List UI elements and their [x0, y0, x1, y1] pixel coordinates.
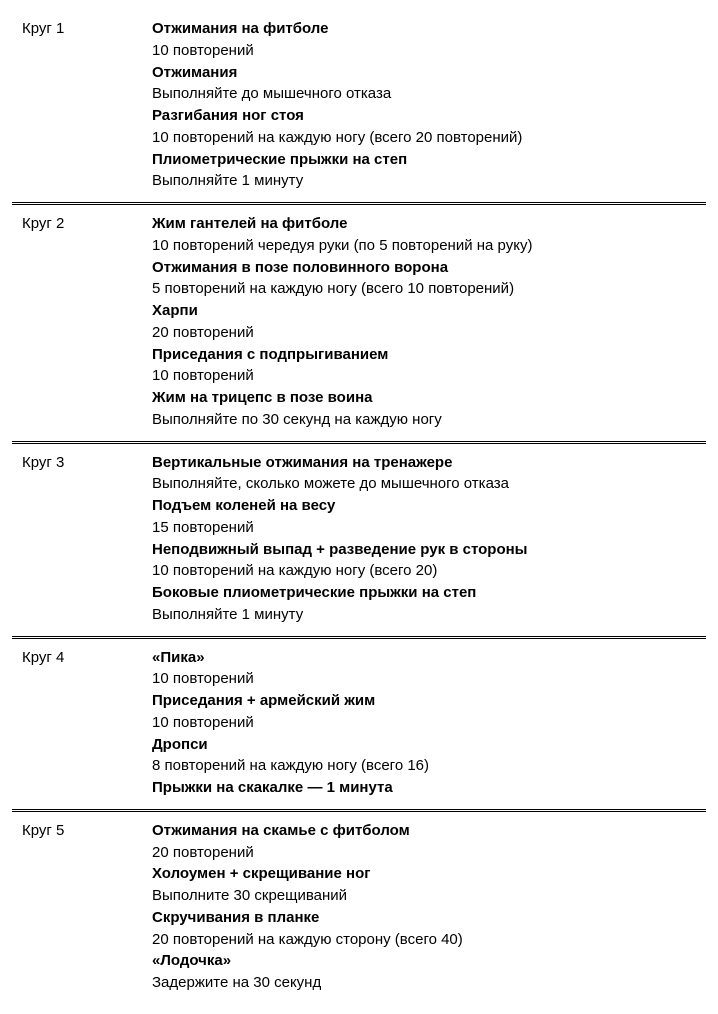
round-label: Круг 4: [12, 637, 142, 810]
exercise-name: Вертикальные отжимания на тренажере: [152, 452, 696, 474]
round-row: Круг 3Вертикальные отжимания на тренажер…: [12, 442, 706, 637]
exercise-name: Харпи: [152, 300, 696, 322]
exercise-name: Отжимания в позе половинного ворона: [152, 257, 696, 279]
exercise-detail: 8 повторений на каждую ногу (всего 16): [152, 755, 696, 777]
exercise-detail: 10 повторений чередуя руки (по 5 повторе…: [152, 235, 696, 257]
round-label: Круг 5: [12, 810, 142, 1004]
exercise-detail: 10 повторений: [152, 40, 696, 62]
round-content: Отжимания на скамье с фитболом20 повторе…: [142, 810, 706, 1004]
exercise-detail: 20 повторений: [152, 842, 696, 864]
round-label: Круг 1: [12, 10, 142, 204]
exercise-detail: 10 повторений: [152, 712, 696, 734]
exercise-name: Подъем коленей на весу: [152, 495, 696, 517]
round-row: Круг 4«Пика»10 повторенийПриседания + ар…: [12, 637, 706, 810]
exercise-name: Скручивания в планке: [152, 907, 696, 929]
round-content: Вертикальные отжимания на тренажереВыпол…: [142, 442, 706, 637]
exercise-name: Дропси: [152, 734, 696, 756]
exercise-detail: 10 повторений: [152, 365, 696, 387]
exercise-detail: Выполняйте, сколько можете до мышечного …: [152, 473, 696, 495]
exercise-detail: 15 повторений: [152, 517, 696, 539]
exercise-name: Неподвижный выпад + разведение рук в сто…: [152, 539, 696, 561]
exercise-detail: 10 повторений на каждую ногу (всего 20 п…: [152, 127, 696, 149]
round-row: Круг 2Жим гантелей на фитболе10 повторен…: [12, 204, 706, 443]
exercise-name: Отжимания на скамье с фитболом: [152, 820, 696, 842]
exercise-detail: 10 повторений на каждую ногу (всего 20): [152, 560, 696, 582]
round-row: Круг 5Отжимания на скамье с фитболом20 п…: [12, 810, 706, 1004]
exercise-detail: 20 повторений: [152, 322, 696, 344]
exercise-detail: Выполняйте до мышечного отказа: [152, 83, 696, 105]
exercise-name: Жим гантелей на фитболе: [152, 213, 696, 235]
exercise-detail: Выполняйте 1 минуту: [152, 170, 696, 192]
round-content: Отжимания на фитболе10 повторенийОтжиман…: [142, 10, 706, 204]
exercise-name: Приседания + армейский жим: [152, 690, 696, 712]
exercise-name: Плиометрические прыжки на степ: [152, 149, 696, 171]
exercise-name: Разгибания ног стоя: [152, 105, 696, 127]
exercise-name: Жим на трицепс в позе воина: [152, 387, 696, 409]
exercise-name: «Пика»: [152, 647, 696, 669]
exercise-detail: 5 повторений на каждую ногу (всего 10 по…: [152, 278, 696, 300]
round-label: Круг 2: [12, 204, 142, 443]
round-content: «Пика»10 повторенийПриседания + армейски…: [142, 637, 706, 810]
workout-table: Круг 1Отжимания на фитболе10 повторенийО…: [12, 10, 706, 1004]
exercise-detail: 10 повторений: [152, 668, 696, 690]
exercise-detail: 20 повторений на каждую сторону (всего 4…: [152, 929, 696, 951]
round-row: Круг 1Отжимания на фитболе10 повторенийО…: [12, 10, 706, 204]
exercise-detail: Выполняйте 1 минуту: [152, 604, 696, 626]
exercise-name: Прыжки на скакалке — 1 минута: [152, 777, 696, 799]
round-label: Круг 3: [12, 442, 142, 637]
round-content: Жим гантелей на фитболе10 повторений чер…: [142, 204, 706, 443]
exercise-detail: Задержите на 30 секунд: [152, 972, 696, 994]
exercise-detail: Выполните 30 скрещиваний: [152, 885, 696, 907]
exercise-name: «Лодочка»: [152, 950, 696, 972]
exercise-name: Приседания с подпрыгиванием: [152, 344, 696, 366]
exercise-detail: Выполняйте по 30 секунд на каждую ногу: [152, 409, 696, 431]
exercise-name: Отжимания на фитболе: [152, 18, 696, 40]
exercise-name: Отжимания: [152, 62, 696, 84]
exercise-name: Боковые плиометрические прыжки на степ: [152, 582, 696, 604]
exercise-name: Холоумен + скрещивание ног: [152, 863, 696, 885]
